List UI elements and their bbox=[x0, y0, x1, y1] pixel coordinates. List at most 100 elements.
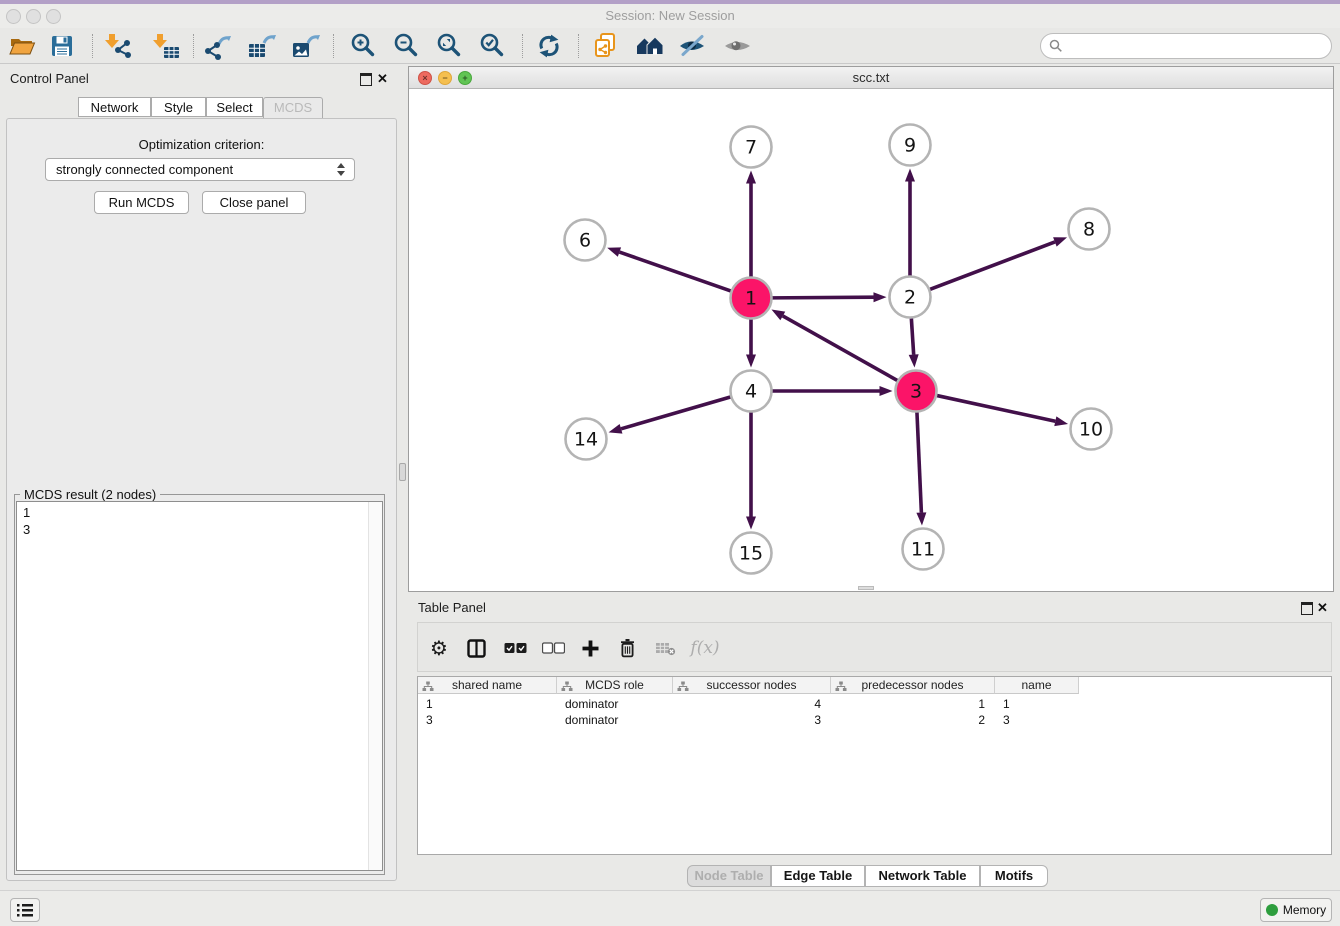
graph-node-label: 9 bbox=[904, 135, 916, 157]
graph-edge-arrow bbox=[909, 354, 919, 367]
table-cell[interactable]: dominator bbox=[557, 712, 673, 728]
window-minimize-button[interactable] bbox=[26, 9, 41, 24]
network-window-title: scc.txt bbox=[409, 67, 1333, 88]
window-zoom-button[interactable] bbox=[46, 9, 61, 24]
column-header-successor-nodes[interactable]: successor nodes bbox=[673, 677, 831, 694]
delete-table-button[interactable] bbox=[652, 633, 678, 663]
graph-node-label: 7 bbox=[745, 137, 757, 159]
fx-icon: f(x) bbox=[690, 638, 719, 658]
table-cell[interactable]: 3 bbox=[418, 712, 557, 728]
graph-edge-1-2[interactable] bbox=[772, 297, 873, 298]
toolbar-separator bbox=[92, 34, 94, 58]
list-icon bbox=[15, 901, 35, 919]
refresh-view-button[interactable] bbox=[534, 32, 564, 60]
tab-select[interactable]: Select bbox=[206, 97, 263, 117]
column-header-predecessor-nodes[interactable]: predecessor nodes bbox=[831, 677, 995, 694]
tab-motifs[interactable]: Motifs bbox=[980, 865, 1048, 887]
export-table-button[interactable] bbox=[247, 32, 277, 60]
column-header-name[interactable]: name bbox=[995, 677, 1079, 694]
save-session-button[interactable] bbox=[47, 32, 77, 60]
tab-style[interactable]: Style bbox=[151, 97, 206, 117]
tab-mcds[interactable]: MCDS bbox=[263, 97, 323, 119]
search-field[interactable] bbox=[1040, 33, 1332, 59]
tab-edge-table[interactable]: Edge Table bbox=[771, 865, 865, 887]
import-network-button[interactable] bbox=[103, 32, 133, 60]
control-panel-title: Control Panel bbox=[10, 71, 89, 86]
open-folder-icon bbox=[8, 33, 36, 59]
zoom-in-button[interactable] bbox=[348, 32, 378, 60]
zoom-out-button[interactable] bbox=[391, 32, 421, 60]
table-cell[interactable]: 4 bbox=[673, 696, 831, 712]
task-history-button[interactable] bbox=[10, 898, 40, 922]
graph-node-label: 11 bbox=[911, 539, 935, 561]
table-cell[interactable]: 3 bbox=[995, 712, 1079, 728]
zoom-selected-button[interactable] bbox=[477, 32, 507, 60]
gear-icon: ⚙ bbox=[430, 636, 448, 660]
export-image-button[interactable] bbox=[291, 32, 321, 60]
delete-table-icon bbox=[655, 641, 676, 656]
function-builder-button[interactable]: f(x) bbox=[688, 633, 722, 663]
graph-node-label: 3 bbox=[910, 381, 922, 403]
column-header-MCDS-role[interactable]: MCDS role bbox=[557, 677, 673, 694]
add-column-button[interactable] bbox=[578, 633, 602, 663]
app-titlebar: Session: New Session bbox=[0, 4, 1340, 28]
network-canvas[interactable]: 1234678910111415 bbox=[409, 89, 1333, 591]
select-all-button[interactable] bbox=[502, 633, 528, 663]
deselect-all-button[interactable] bbox=[540, 633, 566, 663]
table-cell[interactable]: 2 bbox=[831, 712, 995, 728]
result-scrollbar[interactable] bbox=[368, 502, 382, 870]
table-cell[interactable]: 1 bbox=[418, 696, 557, 712]
table-panel-title: Table Panel bbox=[418, 600, 486, 615]
splitter-handle[interactable] bbox=[399, 463, 406, 481]
graph-edge-2-3[interactable] bbox=[911, 318, 913, 354]
network-window-titlebar[interactable]: × − + scc.txt bbox=[409, 67, 1333, 89]
search-input[interactable] bbox=[1067, 35, 1326, 57]
run-mcds-button[interactable]: Run MCDS bbox=[94, 191, 189, 214]
zoom-fit-button[interactable] bbox=[434, 32, 464, 60]
window-close-button[interactable] bbox=[6, 9, 21, 24]
show-all-networks-button[interactable] bbox=[634, 32, 664, 60]
graph-edge-1-6[interactable] bbox=[619, 252, 730, 291]
clone-network-icon bbox=[591, 32, 619, 60]
control-panel-float-icon[interactable] bbox=[360, 73, 372, 86]
show-hidden-button[interactable] bbox=[722, 32, 752, 60]
graph-edge-arrow bbox=[905, 169, 915, 182]
table-cell[interactable]: dominator bbox=[557, 696, 673, 712]
graph-edge-2-8[interactable] bbox=[930, 242, 1055, 289]
graph-edge-4-14[interactable] bbox=[621, 397, 730, 429]
dropdown-stepper-icon bbox=[337, 163, 346, 176]
delete-column-button[interactable] bbox=[616, 633, 638, 663]
table-settings-button[interactable]: ⚙ bbox=[428, 633, 450, 663]
table-panel-close-icon[interactable]: ✕ bbox=[1317, 601, 1328, 614]
control-panel-close-icon[interactable]: ✕ bbox=[377, 72, 388, 85]
mcds-result-textarea[interactable]: 1 3 bbox=[16, 501, 383, 871]
network-close-button[interactable]: × bbox=[418, 71, 432, 85]
network-zoom-button[interactable]: + bbox=[458, 71, 472, 85]
graph-node-label: 1 bbox=[745, 288, 757, 310]
tab-network[interactable]: Network bbox=[78, 97, 151, 117]
network-minimize-button[interactable]: − bbox=[438, 71, 452, 85]
tab-node-table[interactable]: Node Table bbox=[687, 865, 771, 887]
hide-selected-button[interactable] bbox=[677, 32, 707, 60]
table-row[interactable]: 1dominator411 bbox=[418, 696, 1331, 712]
table-row[interactable]: 3dominator323 bbox=[418, 712, 1331, 728]
table-cell[interactable]: 1 bbox=[995, 696, 1079, 712]
tab-network-table[interactable]: Network Table bbox=[865, 865, 980, 887]
canvas-resize-grip[interactable] bbox=[858, 586, 874, 590]
graph-edge-3-10[interactable] bbox=[937, 396, 1055, 422]
table-panel-float-icon[interactable] bbox=[1301, 602, 1313, 615]
clone-network-button[interactable] bbox=[590, 32, 620, 60]
import-table-button[interactable] bbox=[151, 32, 181, 60]
memory-button[interactable]: Memory bbox=[1260, 898, 1332, 922]
show-columns-button[interactable] bbox=[464, 633, 488, 663]
export-network-button[interactable] bbox=[203, 32, 233, 60]
table-cell[interactable]: 1 bbox=[831, 696, 995, 712]
graph-edge-3-1[interactable] bbox=[783, 316, 897, 381]
column-header-label: MCDS role bbox=[585, 678, 644, 692]
column-header-shared-name[interactable]: shared name bbox=[418, 677, 557, 694]
close-panel-button[interactable]: Close panel bbox=[202, 191, 306, 214]
criterion-dropdown[interactable]: strongly connected component bbox=[45, 158, 355, 181]
graph-edge-3-11[interactable] bbox=[917, 412, 921, 512]
open-session-button[interactable] bbox=[7, 32, 37, 60]
table-cell[interactable]: 3 bbox=[673, 712, 831, 728]
